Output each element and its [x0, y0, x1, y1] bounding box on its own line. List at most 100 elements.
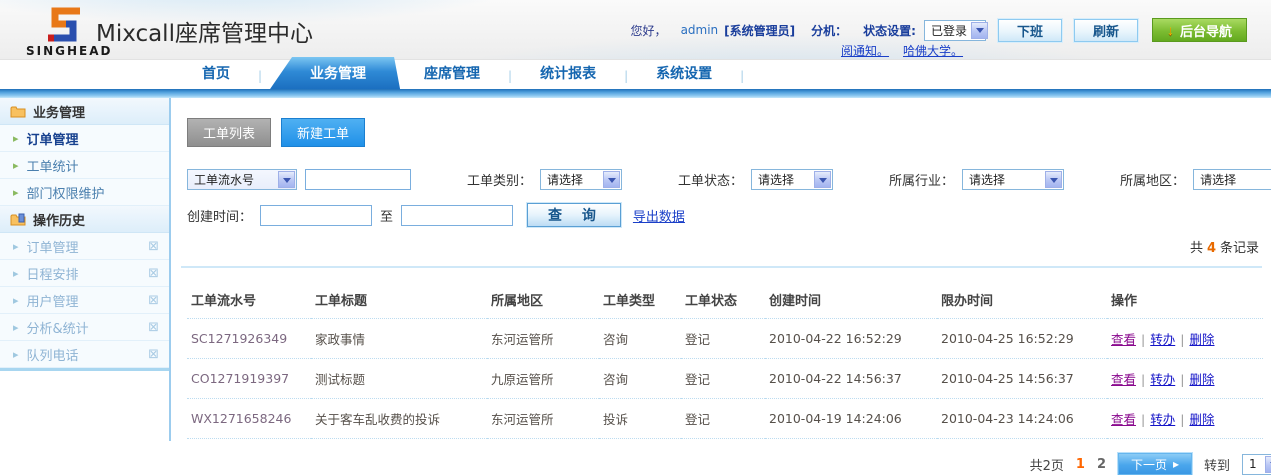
notice-links: 阅通知。 哈佛大学。 — [841, 42, 963, 59]
table-row: CO1271919397 测试标题 九原运管所 咨询 登记 2010-04-22… — [187, 359, 1263, 399]
cell-actions: 查看|转办|删除 — [1107, 359, 1263, 399]
main-content: 工单列表 新建工单 工单流水号 工单类别： 请选择 工单状态： 请选择 所属行业… — [171, 98, 1271, 441]
to-label: 至 — [380, 206, 393, 225]
tab-system-settings[interactable]: 系统设置 — [634, 58, 734, 89]
cell-deadline: 2010-04-25 14:56:37 — [937, 359, 1107, 399]
view-link[interactable]: 查看 — [1111, 332, 1136, 347]
table-row: SC1271926349 家政事情 东河运管所 咨询 登记 2010-04-22… — [187, 319, 1263, 359]
delete-link[interactable]: 删除 — [1189, 412, 1214, 427]
tab-divider: | — [252, 69, 268, 89]
col-created: 创建时间 — [765, 280, 937, 319]
sidebar-item-user-management[interactable]: ▸ 用户管理 ⊠ — [0, 287, 169, 314]
table-header-row: 工单流水号 工单标题 所属地区 工单类型 工单状态 创建时间 限办时间 操作 — [187, 280, 1263, 319]
backend-nav-button[interactable]: ↓ 后台导航 — [1152, 18, 1247, 42]
industry-value: 请选择 — [963, 171, 1009, 188]
goto-page-select[interactable]: 1 — [1242, 454, 1271, 475]
refresh-button[interactable]: 刷新 — [1074, 19, 1138, 42]
tab-home[interactable]: 首页 — [180, 58, 252, 89]
sidebar-item-dept-permission[interactable]: ▸ 部门权限维护 — [0, 179, 169, 206]
view-link[interactable]: 查看 — [1111, 412, 1136, 427]
new-ticket-button[interactable]: 新建工单 — [281, 118, 365, 147]
action-divider: | — [1175, 332, 1189, 347]
arrow-icon: ▸ — [13, 240, 19, 253]
record-count: 共4条记录 — [181, 237, 1259, 256]
close-box-icon[interactable]: ⊠ — [148, 320, 159, 335]
notice-link[interactable]: 阅通知。 — [841, 42, 889, 59]
serial-field-select[interactable]: 工单流水号 — [187, 169, 297, 190]
cell-title: 关于客车乱收费的投诉 — [311, 399, 487, 439]
pagination: 共2页 1 2 下一页 ▸ 转到 1 页 — [181, 453, 1271, 475]
school-link[interactable]: 哈佛大学。 — [903, 42, 963, 59]
search-button[interactable]: 查 询 — [527, 203, 621, 227]
region-select[interactable]: 请选择 — [1193, 169, 1271, 190]
arrow-icon: ▸ — [13, 132, 19, 145]
sidebar-group-history[interactable]: 操作历史 — [0, 206, 169, 233]
col-title: 工单标题 — [311, 280, 487, 319]
col-actions: 操作 — [1107, 280, 1263, 319]
sidebar-item-schedule[interactable]: ▸ 日程安排 ⊠ — [0, 260, 169, 287]
sidebar-item-label: 日程安排 — [27, 264, 79, 283]
tab-statistics-report[interactable]: 统计报表 — [518, 58, 618, 89]
industry-select[interactable]: 请选择 — [962, 169, 1064, 190]
close-box-icon[interactable]: ⊠ — [148, 293, 159, 308]
chevron-down-icon — [603, 171, 620, 188]
cell-deadline: 2010-04-23 14:24:06 — [937, 399, 1107, 439]
status-select[interactable]: 已登录 — [924, 20, 986, 41]
user-role: [系统管理员] — [724, 22, 795, 39]
ticket-status-value: 请选择 — [752, 171, 798, 188]
sidebar-item-queue-calls[interactable]: ▸ 队列电话 ⊠ — [0, 341, 169, 368]
view-link[interactable]: 查看 — [1111, 372, 1136, 387]
ticket-list-button[interactable]: 工单列表 — [187, 118, 271, 147]
company-name: SINGHEAD — [26, 44, 113, 58]
region-value: 请选择 — [1194, 171, 1240, 188]
page-number-2[interactable]: 2 — [1097, 457, 1106, 472]
transfer-link[interactable]: 转办 — [1150, 332, 1175, 347]
close-box-icon[interactable]: ⊠ — [148, 239, 159, 254]
cell-created: 2010-04-22 14:56:37 — [765, 359, 937, 399]
ticket-type-value: 请选择 — [541, 171, 587, 188]
down-arrow-icon: ↓ — [1167, 22, 1174, 38]
arrow-icon: ▸ — [13, 267, 19, 280]
sidebar-item-ticket-statistics[interactable]: ▸ 工单统计 — [0, 152, 169, 179]
delete-link[interactable]: 删除 — [1189, 372, 1214, 387]
app-title-zh: 座席管理中心 — [175, 21, 313, 47]
table-row: WX1271658246 关于客车乱收费的投诉 东河运管所 投诉 登记 2010… — [187, 399, 1263, 439]
sidebar-item-order-management[interactable]: ▸ 订单管理 — [0, 125, 169, 152]
app-title: Mixcall座席管理中心 — [96, 14, 313, 48]
export-data-link[interactable]: 导出数据 — [633, 206, 685, 225]
page-number-1[interactable]: 1 — [1076, 457, 1085, 472]
sidebar-group-business[interactable]: 业务管理 — [0, 98, 169, 125]
ticket-type-select[interactable]: 请选择 — [540, 169, 622, 190]
delete-link[interactable]: 删除 — [1189, 332, 1214, 347]
close-box-icon[interactable]: ⊠ — [148, 347, 159, 362]
sidebar-item-analysis-stats[interactable]: ▸ 分析&统计 ⊠ — [0, 314, 169, 341]
cell-region: 东河运管所 — [487, 399, 599, 439]
serial-search-input[interactable] — [305, 169, 411, 190]
ticket-status-label: 工单状态： — [678, 170, 743, 189]
created-from-input[interactable] — [260, 205, 372, 226]
view-switch: 工单列表 新建工单 — [187, 118, 1271, 147]
status-select-value: 已登录 — [925, 22, 971, 39]
action-divider: | — [1175, 372, 1189, 387]
transfer-link[interactable]: 转办 — [1150, 372, 1175, 387]
off-duty-button[interactable]: 下班 — [998, 19, 1062, 42]
sidebar-item-label: 订单管理 — [27, 129, 79, 148]
cell-region: 九原运管所 — [487, 359, 599, 399]
tab-agent-management[interactable]: 座席管理 — [402, 58, 502, 89]
user-bar: 您好， admin [系统管理员] 分机： 状态设置: 已登录 下班 刷新 ↓ … — [631, 18, 1247, 42]
nav-underline-bar — [0, 89, 1271, 98]
created-to-input[interactable] — [401, 205, 513, 226]
cell-title: 测试标题 — [311, 359, 487, 399]
cell-serial: WX1271658246 — [187, 399, 311, 439]
arrow-icon: ▸ — [13, 321, 19, 334]
ticket-status-select[interactable]: 请选择 — [751, 169, 833, 190]
transfer-link[interactable]: 转办 — [1150, 412, 1175, 427]
cell-actions: 查看|转办|删除 — [1107, 319, 1263, 359]
close-box-icon[interactable]: ⊠ — [148, 266, 159, 281]
arrow-icon: ▸ — [13, 186, 19, 199]
next-page-button[interactable]: 下一页 ▸ — [1118, 453, 1192, 475]
sidebar-item-history-orders[interactable]: ▸ 订单管理 ⊠ — [0, 233, 169, 260]
tab-business-management[interactable]: 业务管理 — [270, 57, 400, 89]
chevron-down-icon — [971, 22, 988, 39]
cell-type: 咨询 — [599, 319, 681, 359]
